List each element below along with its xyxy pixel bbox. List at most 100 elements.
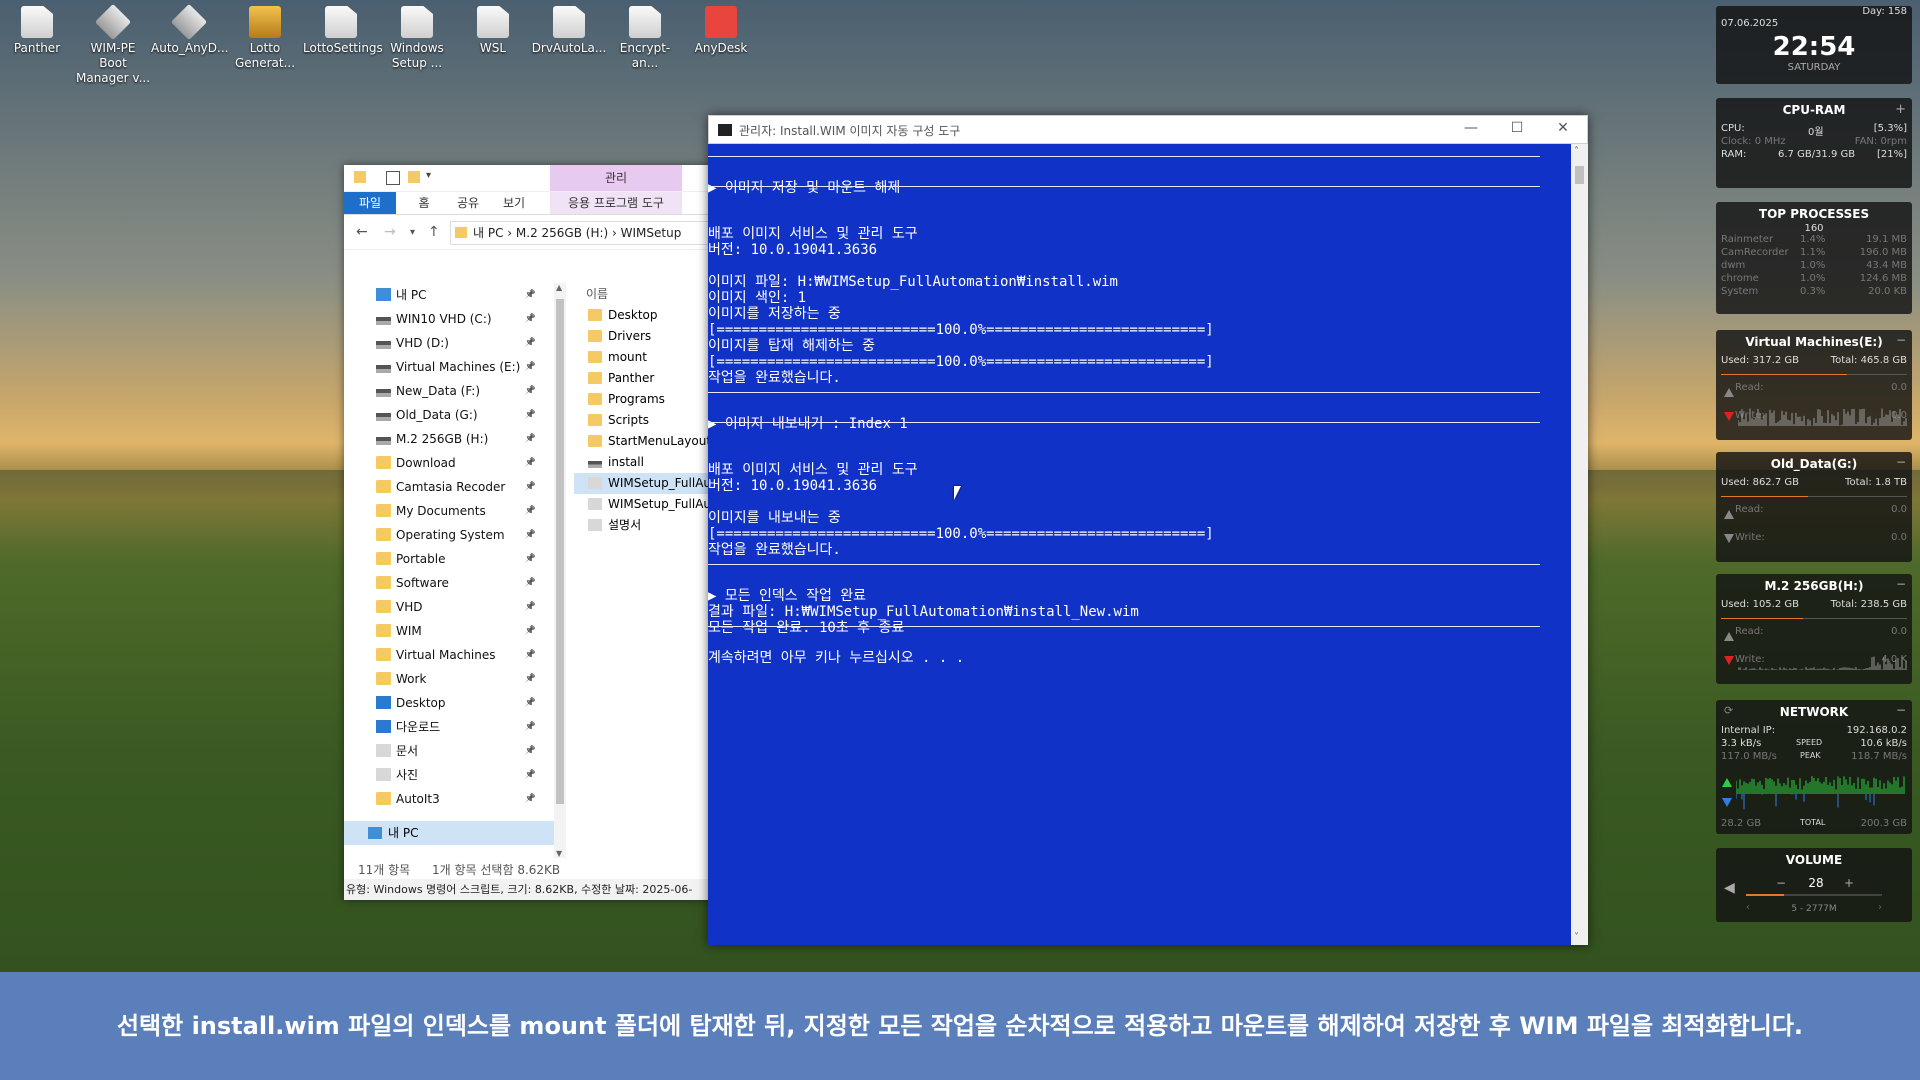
collapse-icon[interactable]: − — [1896, 703, 1906, 717]
sidebar-item[interactable]: Operating System 📌 — [344, 523, 544, 547]
pin-icon[interactable]: 📌 — [525, 547, 536, 571]
sidebar-item[interactable]: WIN10 VHD (C:) 📌 — [344, 307, 544, 331]
sidebar-item[interactable]: VHD 📌 — [344, 595, 544, 619]
pin-icon[interactable]: 📌 — [525, 619, 536, 643]
volume-down-button[interactable]: − — [1776, 876, 1786, 890]
recent-locations-icon[interactable]: ▾ — [410, 227, 415, 238]
breadcrumb-path[interactable]: 내 PC › M.2 256GB (H:) › WIMSetup — [473, 226, 681, 240]
console-scrollbar[interactable]: ˄ ˅ — [1571, 144, 1588, 945]
pin-icon[interactable]: 📌 — [525, 595, 536, 619]
console-output[interactable]: ▶ 이미지 저장 및 마운트 해제 배포 이미지 서비스 및 관리 도구 버전: 1… — [708, 144, 1570, 945]
sidebar-item[interactable]: AutoIt3 📌 — [344, 787, 544, 811]
collapse-icon[interactable]: − — [1896, 577, 1906, 591]
pin-icon[interactable]: 📌 — [525, 427, 536, 451]
file-row[interactable]: Programs — [574, 389, 714, 410]
refresh-icon[interactable]: ⟳ — [1724, 704, 1733, 717]
pin-icon[interactable]: 📌 — [525, 691, 536, 715]
file-row[interactable]: 설명서 — [574, 515, 714, 536]
sidebar-item[interactable]: Download 📌 — [344, 451, 544, 475]
console-window[interactable]: 관리자: Install.WIM 이미지 자동 구성 도구 — ☐ ✕ ▶ 이미… — [708, 115, 1588, 945]
pin-icon[interactable]: 📌 — [525, 715, 536, 739]
sidebar-item[interactable]: Desktop 📌 — [344, 691, 544, 715]
file-row[interactable]: Drivers — [574, 326, 714, 347]
desktop-icon[interactable]: DrvAutoLa... — [531, 6, 607, 56]
tab-app-tools[interactable]: 응용 프로그램 도구 — [550, 192, 682, 214]
up-arrow-icon[interactable]: ↑ — [428, 224, 440, 240]
speaker-icon[interactable]: ◀ — [1724, 880, 1735, 896]
scroll-up-icon[interactable]: ▲ — [556, 283, 562, 292]
file-row[interactable]: Scripts — [574, 410, 714, 431]
desktop-icon[interactable]: LottoSettings — [303, 6, 383, 56]
sidebar-item[interactable]: My Documents 📌 — [344, 499, 544, 523]
navigation-scrollbar[interactable]: ▲ ▼ — [554, 283, 566, 858]
pin-icon[interactable]: 📌 — [525, 643, 536, 667]
tab-manage[interactable]: 관리 — [550, 165, 682, 191]
pin-icon[interactable]: 📌 — [525, 331, 536, 355]
scrollbar-thumb[interactable] — [1575, 166, 1584, 184]
sidebar-item[interactable]: Camtasia Recoder 📌 — [344, 475, 544, 499]
sidebar-item[interactable]: Virtual Machines 📌 — [344, 643, 544, 667]
desktop-icon[interactable]: WIM-PE Boot Manager v... — [75, 3, 151, 86]
sidebar-item[interactable]: 사진 📌 — [344, 763, 544, 787]
properties-icon[interactable] — [386, 171, 400, 185]
sidebar-item[interactable]: Virtual Machines (E:) 📌 — [344, 355, 544, 379]
pin-icon[interactable]: 📌 — [525, 307, 536, 331]
file-row[interactable]: mount — [574, 347, 714, 368]
sidebar-item[interactable]: Old_Data (G:) 📌 — [344, 403, 544, 427]
pin-icon[interactable]: 📌 — [525, 763, 536, 787]
pin-icon[interactable]: 📌 — [525, 667, 536, 691]
pin-icon[interactable]: 📌 — [525, 787, 536, 811]
sidebar-item[interactable]: M.2 256GB (H:) 📌 — [344, 427, 544, 451]
file-explorer-window[interactable]: ▾ 관리 파일 홈 공유 보기 응용 프로그램 도구 ← → ▾ ↑ 내 PC … — [344, 165, 714, 900]
tab-view[interactable]: 보기 — [494, 192, 534, 214]
file-row[interactable]: Panther — [574, 368, 714, 389]
breadcrumb[interactable]: 내 PC › M.2 256GB (H:) › WIMSetup — [450, 221, 714, 245]
chevron-down-icon[interactable]: ▾ — [426, 170, 431, 181]
maximize-icon[interactable]: ☐ — [1497, 120, 1537, 136]
sidebar-item[interactable]: New_Data (F:) 📌 — [344, 379, 544, 403]
pin-icon[interactable]: 📌 — [525, 379, 536, 403]
pin-icon[interactable]: 📌 — [525, 499, 536, 523]
file-row[interactable]: install — [574, 452, 714, 473]
file-row[interactable]: WIMSetup_FullAut — [574, 473, 714, 494]
volume-slider[interactable] — [1746, 894, 1882, 896]
desktop-icon[interactable]: Auto_AnyD... — [151, 3, 228, 56]
desktop-icon[interactable]: Lotto Generat... — [227, 6, 303, 71]
file-row[interactable]: WIMSetup_FullAut — [574, 494, 714, 515]
plus-icon[interactable]: + — [1895, 102, 1906, 117]
tab-home[interactable]: 홈 — [406, 192, 442, 214]
sidebar-item[interactable]: Portable 📌 — [344, 547, 544, 571]
tab-file[interactable]: 파일 — [344, 192, 396, 214]
pin-icon[interactable]: 📌 — [525, 355, 536, 379]
desktop-icon[interactable]: Windows Setup ... — [379, 6, 455, 71]
console-titlebar[interactable]: 관리자: Install.WIM 이미지 자동 구성 도구 — ☐ ✕ — [708, 115, 1588, 144]
scroll-up-icon[interactable]: ˄ — [1574, 146, 1579, 157]
sidebar-item[interactable]: 문서 📌 — [344, 739, 544, 763]
file-row[interactable]: StartMenuLayout — [574, 431, 714, 452]
scroll-down-icon[interactable]: ˅ — [1574, 932, 1579, 943]
new-folder-icon[interactable] — [408, 171, 420, 183]
desktop-icon[interactable]: Panther — [0, 6, 75, 56]
scrollbar-thumb[interactable] — [556, 299, 564, 804]
file-row[interactable]: Desktop — [574, 305, 714, 326]
sidebar-item[interactable]: 다운로드 📌 — [344, 715, 544, 739]
explorer-titlebar[interactable]: ▾ 관리 — [344, 165, 714, 192]
sidebar-item[interactable]: 내 PC 📌 — [344, 283, 544, 307]
back-arrow-icon[interactable]: ← — [356, 224, 368, 240]
device-next-icon[interactable]: › — [1878, 902, 1882, 913]
sidebar-item[interactable]: WIM 📌 — [344, 619, 544, 643]
pin-icon[interactable]: 📌 — [525, 523, 536, 547]
pin-icon[interactable]: 📌 — [525, 475, 536, 499]
pin-icon[interactable]: 📌 — [525, 283, 536, 307]
pin-icon[interactable]: 📌 — [525, 571, 536, 595]
collapse-icon[interactable]: − — [1896, 455, 1906, 469]
collapse-icon[interactable]: − — [1896, 333, 1906, 347]
sidebar-item[interactable]: Software 📌 — [344, 571, 544, 595]
volume-up-button[interactable]: + — [1844, 876, 1854, 890]
forward-arrow-icon[interactable]: → — [384, 224, 396, 240]
column-header-name[interactable]: 이름 — [574, 283, 714, 305]
pin-icon[interactable]: 📌 — [525, 739, 536, 763]
desktop-icon[interactable]: Encrypt-an... — [607, 6, 683, 71]
close-icon[interactable]: ✕ — [1543, 120, 1583, 136]
minimize-icon[interactable]: — — [1451, 120, 1491, 136]
